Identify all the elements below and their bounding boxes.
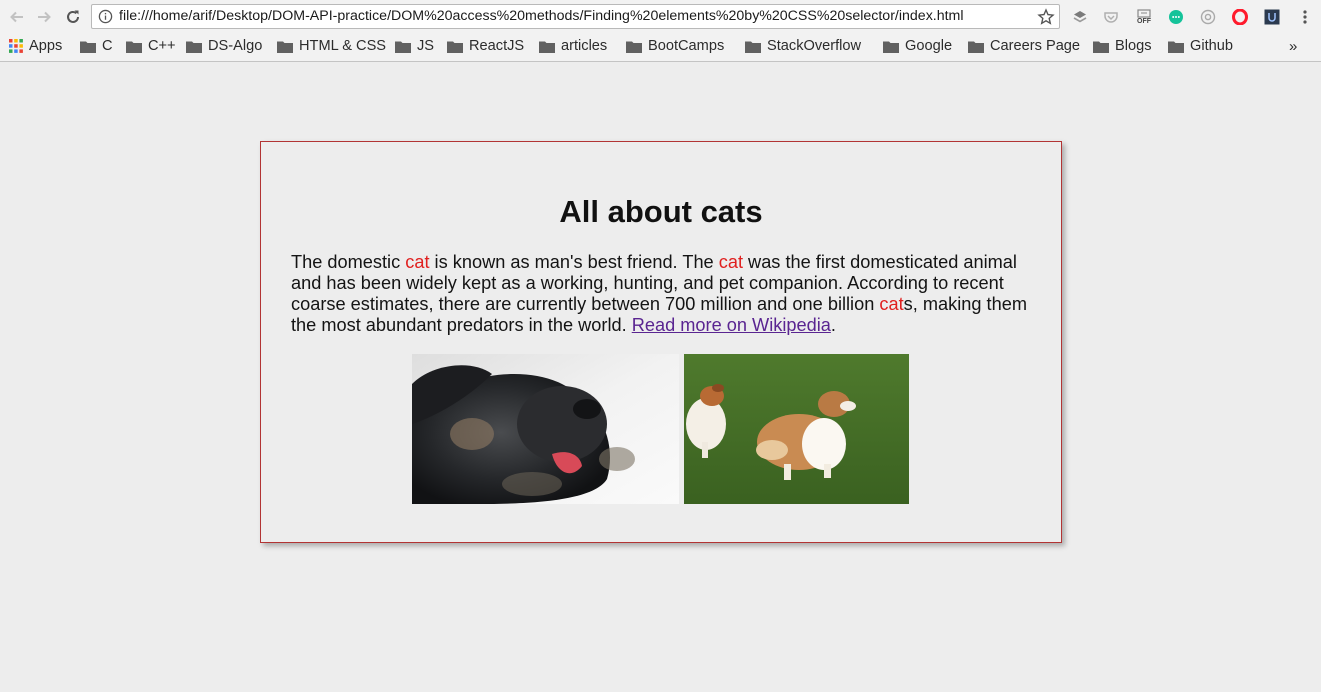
- more-bookmarks-button[interactable]: »: [1289, 34, 1297, 58]
- shield-extension-button[interactable]: [1263, 8, 1281, 26]
- bookmark-label: ReactJS: [469, 38, 525, 54]
- highlighted-word: cat: [405, 252, 430, 272]
- bookmarks-bar: Apps C C++ DS-Algo HTML & CSS JS ReactJS…: [0, 34, 1321, 59]
- bookmark-label: DS-Algo: [208, 38, 263, 54]
- grammarly-extension-button[interactable]: [1167, 8, 1185, 26]
- wikipedia-link[interactable]: Read more on Wikipedia: [632, 315, 831, 335]
- mention-extension-button[interactable]: [1199, 8, 1217, 26]
- bookmark-label: Apps: [29, 38, 63, 54]
- bookmark-folder-blogs[interactable]: Blogs: [1093, 34, 1152, 58]
- bookmark-folder-cpp[interactable]: C++: [126, 34, 176, 58]
- star-icon[interactable]: [1037, 8, 1055, 26]
- adblock-off-label: OFF: [1137, 17, 1151, 25]
- content-card: All about cats The domestic cat is known…: [260, 141, 1062, 543]
- bookmark-folder-html-css[interactable]: HTML & CSS: [277, 34, 386, 58]
- bookmark-label: articles: [561, 38, 608, 54]
- menu-icon: [1303, 10, 1307, 24]
- adblock-extension-button[interactable]: OFF: [1135, 8, 1153, 26]
- bookmark-label: Google: [905, 38, 953, 54]
- chat-bubble-icon: [1169, 10, 1183, 24]
- highlighted-word: cat: [879, 294, 904, 314]
- bookmark-folder-js[interactable]: JS: [395, 34, 434, 58]
- back-button[interactable]: [6, 6, 28, 28]
- bookmark-folder-stackoverflow[interactable]: StackOverflow: [745, 34, 861, 58]
- bookmark-label: Blogs: [1115, 38, 1152, 54]
- bookmark-label: C++: [148, 38, 176, 54]
- info-icon[interactable]: [98, 9, 113, 24]
- folder-icon: [1168, 41, 1184, 53]
- browser-chrome: file:///home/arif/Desktop/DOM-API-practi…: [0, 0, 1321, 62]
- bookmark-label: Careers Page: [990, 38, 1081, 54]
- folder-icon: [395, 41, 411, 53]
- reload-icon: [67, 10, 79, 23]
- reload-button[interactable]: [62, 6, 84, 28]
- bookmark-label: StackOverflow: [767, 38, 862, 54]
- paragraph-text: is known as man's best friend. The: [429, 252, 719, 272]
- shield-icon: [1264, 9, 1280, 25]
- bookmark-folder-google[interactable]: Google: [883, 34, 952, 58]
- back-icon: [10, 11, 23, 23]
- forward-icon: [38, 11, 51, 23]
- folder-icon: [968, 41, 984, 53]
- address-bar[interactable]: file:///home/arif/Desktop/DOM-API-practi…: [91, 4, 1060, 29]
- bookmark-folder-ds-algo[interactable]: DS-Algo: [186, 34, 262, 58]
- folder-icon: [745, 41, 761, 53]
- folder-icon: [883, 41, 899, 53]
- folder-icon: [626, 41, 642, 53]
- bookmark-label: Github: [1190, 38, 1233, 54]
- opera-extension-button[interactable]: [1231, 8, 1249, 26]
- bookmark-folder-careers-page[interactable]: Careers Page: [968, 34, 1080, 58]
- folder-icon: [80, 41, 96, 53]
- paragraph-text: The domestic: [291, 252, 406, 272]
- intro-paragraph: The domestic cat is known as man's best …: [291, 252, 1033, 336]
- layers-icon: [1073, 11, 1087, 23]
- highlighted-word: cat: [718, 252, 743, 272]
- bookmark-folder-github[interactable]: Github: [1168, 34, 1233, 58]
- folder-icon: [186, 41, 202, 53]
- bookmark-folder-articles[interactable]: articles: [539, 34, 607, 58]
- bookmark-label: C: [102, 38, 113, 54]
- forward-button[interactable]: [33, 6, 55, 28]
- at-sign-icon: [1200, 9, 1216, 25]
- adblock-icon: [1137, 8, 1151, 18]
- bookmark-label: JS: [417, 38, 435, 54]
- pocket-icon: [1104, 12, 1118, 23]
- layers-extension-button[interactable]: [1071, 8, 1089, 26]
- folder-icon: [126, 41, 142, 53]
- pocket-extension-button[interactable]: [1102, 8, 1120, 26]
- puppy-photo: [412, 354, 679, 504]
- folder-icon: [277, 41, 293, 53]
- browser-toolbar: file:///home/arif/Desktop/DOM-API-practi…: [0, 0, 1321, 34]
- bookmark-folder-reactjs[interactable]: ReactJS: [447, 34, 524, 58]
- folder-icon: [1093, 41, 1109, 53]
- collies-photo: [684, 354, 909, 504]
- bookmark-label: HTML & CSS: [299, 38, 387, 54]
- bookmark-label: BootCamps: [648, 38, 725, 54]
- paragraph-text: .: [830, 315, 836, 335]
- bookmark-folder-bootcamps[interactable]: BootCamps: [626, 34, 724, 58]
- bookmark-apps[interactable]: Apps: [9, 34, 62, 58]
- page-title: All about cats: [559, 194, 763, 229]
- browser-menu-button[interactable]: [1296, 8, 1314, 26]
- folder-icon: [447, 41, 463, 53]
- address-url[interactable]: file:///home/arif/Desktop/DOM-API-practi…: [119, 5, 964, 28]
- opera-icon: [1232, 9, 1248, 25]
- apps-grid-icon: [9, 39, 23, 53]
- bookmark-folder-c[interactable]: C: [80, 34, 113, 58]
- folder-icon: [539, 41, 555, 53]
